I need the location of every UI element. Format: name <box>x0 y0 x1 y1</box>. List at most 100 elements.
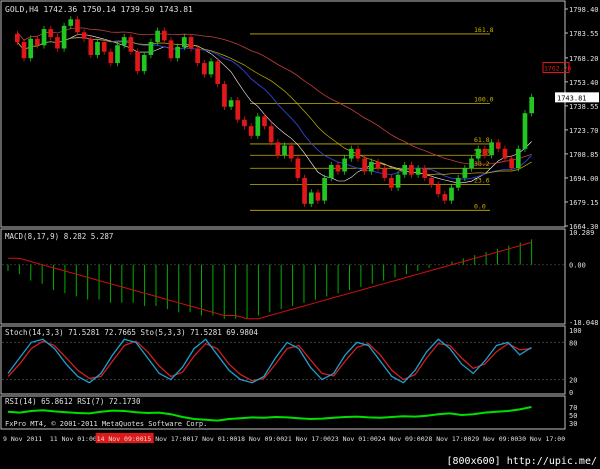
time-tick-label: 21 Nov 17:00 <box>284 435 331 443</box>
candle-body <box>362 158 368 172</box>
chart-header: GOLD,H4 1742.36 1750.14 1739.50 1743.81 <box>5 5 193 14</box>
candle-body <box>435 184 441 195</box>
candle-body <box>295 158 301 178</box>
candle-body <box>28 38 34 59</box>
copyright-text: FxPro MT4, © 2001-2011 MetaQuotes Softwa… <box>5 420 207 428</box>
time-tick-label: 23 Nov 01:00 <box>331 435 378 443</box>
candle-body <box>348 148 354 159</box>
candle-body <box>482 148 488 156</box>
stoch-tick-label: 0 <box>569 389 573 397</box>
candle-body <box>115 45 120 64</box>
candle-body <box>101 42 107 52</box>
candle-body <box>509 158 514 169</box>
candle-body <box>522 113 528 149</box>
macd-tick-label: 10.289 <box>569 229 594 237</box>
time-tick-label: 29 Nov 09:00 <box>471 435 518 443</box>
time-tick-label: 18 Nov 09:00 <box>237 435 284 443</box>
candle-body <box>188 37 194 49</box>
candle-body <box>475 148 481 159</box>
candle-body <box>181 37 187 47</box>
candle-body <box>135 51 140 72</box>
candle-body <box>222 84 227 107</box>
candle-body <box>175 46 180 59</box>
high-price-label: 1762.26 <box>544 64 571 72</box>
candle-body <box>15 33 20 43</box>
time-tick-label: 24 Nov 09:00 <box>378 435 425 443</box>
candle-body <box>202 63 207 75</box>
candle-body <box>75 19 80 33</box>
fib-level-label: 100.0 <box>474 96 494 104</box>
candle-body <box>515 148 521 169</box>
candle-body <box>21 42 27 59</box>
candle-body <box>275 142 281 156</box>
fib-level-label: 61.8 <box>474 136 490 144</box>
candle-body <box>288 145 294 159</box>
candle-body <box>95 42 100 55</box>
time-tick-label: 17 Nov 01:00 <box>190 435 237 443</box>
candle-body <box>442 194 448 201</box>
current-price-label: 1743.81 <box>557 94 587 102</box>
rsi-tick-label: 70 <box>569 404 577 412</box>
candle-body <box>415 168 421 175</box>
candle-body <box>282 145 287 156</box>
candle-body <box>302 177 307 204</box>
candle-body <box>389 177 394 188</box>
candle-body <box>355 148 361 159</box>
candle-body <box>161 30 167 41</box>
candle-body <box>61 25 67 49</box>
candle-body <box>128 37 134 52</box>
candle-body <box>215 61 221 85</box>
rsi-tick-label: 50 <box>569 412 577 420</box>
fib-level-label: 0.0 <box>474 202 486 210</box>
time-tick-label: 11 Nov 01:00 <box>50 435 97 443</box>
candle-body <box>35 38 40 46</box>
candle-body <box>255 116 261 136</box>
candle-body <box>308 192 314 204</box>
price-tick-label: 1753.40 <box>569 79 599 87</box>
stochastic-label: Stoch(14,3,3) 71.5281 72.7665 Sto(5,3,3)… <box>5 328 258 337</box>
candle-body <box>322 177 327 201</box>
candle-body <box>335 164 341 172</box>
candle-body <box>402 164 408 175</box>
candle-body <box>141 54 147 72</box>
candle-body <box>262 116 267 127</box>
candle-body <box>88 38 94 55</box>
candle-body <box>395 174 401 188</box>
candle-body <box>68 19 74 26</box>
time-axis: 9 Nov 2011 11 Nov 01:00 14 Nov 09:00 15 Nov… <box>3 433 565 443</box>
candle-body <box>429 177 434 185</box>
candle-body <box>529 97 534 114</box>
candle-body <box>342 158 347 172</box>
candle-body <box>502 148 508 159</box>
stoch-tick-label: 20 <box>569 377 577 385</box>
price-tick-label: 1798.40 <box>569 6 599 14</box>
candle-body <box>108 51 114 64</box>
stoch-tick-label: 80 <box>569 339 577 347</box>
candle-body <box>375 161 381 169</box>
time-tick-label: 30 Nov 17:00 <box>518 435 565 443</box>
time-tick-label: 9 Nov 2011 <box>3 435 42 443</box>
fib-level-label: 23.6 <box>474 176 490 184</box>
candle-body <box>382 168 388 178</box>
macd-label: MACD(8,17,9) 8.282 5.287 <box>5 232 113 241</box>
price-tick-label: 1723.70 <box>569 127 599 135</box>
time-tick-label: 14 Nov 09:00 <box>97 435 144 443</box>
candle-body <box>328 164 334 178</box>
candle-body <box>195 48 201 64</box>
candle-body <box>242 119 247 127</box>
candle-body <box>469 158 474 169</box>
candle-body <box>48 29 54 38</box>
candle-body <box>369 161 374 172</box>
candle-body <box>455 177 461 188</box>
candle-body <box>489 142 494 156</box>
fib-level-label: 161.8 <box>474 26 494 34</box>
price-tick-label: 1738.55 <box>569 103 599 111</box>
price-tick-label: 1694.00 <box>569 175 599 183</box>
candle-body <box>155 30 160 43</box>
rsi-label: RSI(14) 65.8612 RSI(7) 72.1730 <box>5 397 141 406</box>
rsi-axis: 705030 <box>569 404 577 428</box>
price-tick-label: 1679.15 <box>569 199 599 207</box>
candle-body <box>462 168 468 178</box>
candle-body <box>121 37 127 46</box>
candle-body <box>248 126 254 136</box>
